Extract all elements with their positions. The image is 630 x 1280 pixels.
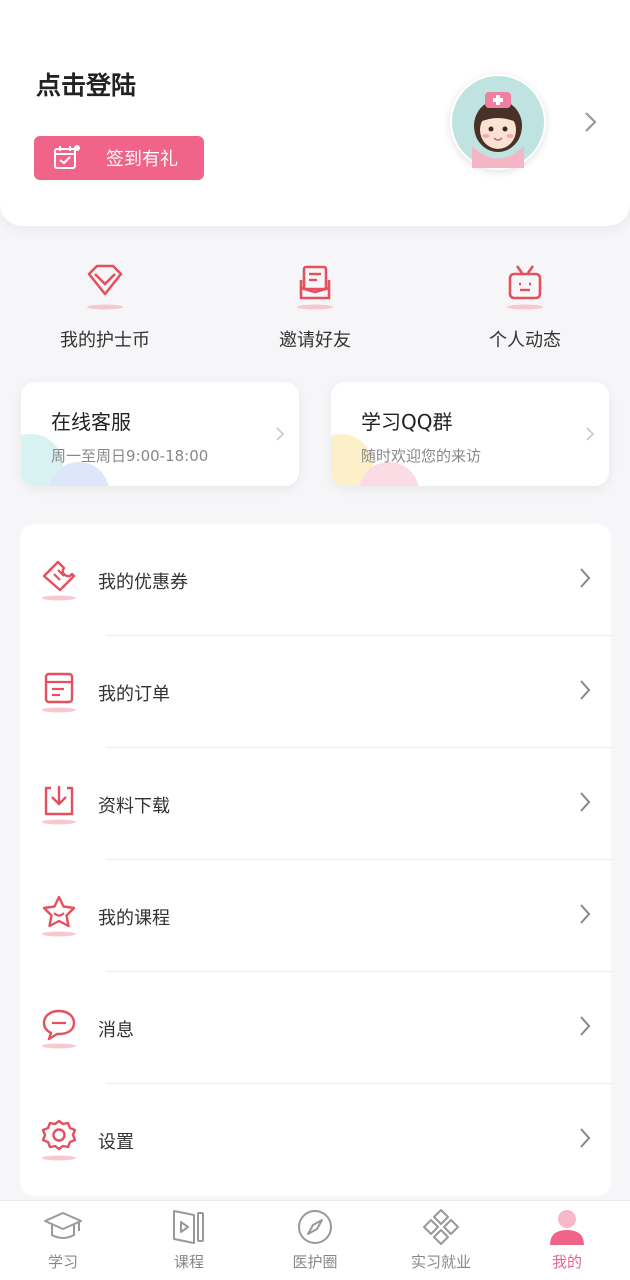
compass-icon — [298, 1210, 332, 1244]
menu-label: 资料下载 — [98, 796, 170, 817]
menu-label: 消息 — [98, 1020, 134, 1041]
tab-internship[interactable]: 实习就业 — [378, 1207, 504, 1272]
tab-label: 我的 — [551, 1253, 582, 1271]
menu-label: 设置 — [98, 1132, 134, 1153]
video-book-icon — [173, 1210, 204, 1244]
chevron-right-icon — [580, 568, 591, 588]
tab-medical-circle[interactable]: 医护圈 — [252, 1207, 378, 1272]
chevron-right-icon — [580, 1016, 591, 1036]
menu-item-courses[interactable]: 我的课程 — [20, 860, 611, 972]
chevron-right-icon — [586, 427, 595, 441]
avatar[interactable] — [450, 74, 546, 170]
tab-label: 学习 — [47, 1253, 78, 1271]
qq-group-card[interactable]: 学习QQ群 随时欢迎您的来访 — [331, 382, 609, 486]
online-service-card[interactable]: 在线客服 周一至周日9:00-18:00 — [21, 382, 299, 486]
tab-label: 医护圈 — [292, 1253, 338, 1271]
quick-action-invite[interactable]: 邀请好友 — [235, 262, 395, 352]
quick-action-label: 邀请好友 — [279, 330, 351, 351]
chevron-right-icon — [580, 1128, 591, 1148]
message-icon — [42, 1009, 76, 1049]
login-link[interactable]: 点击登陆 — [36, 66, 136, 102]
service-subtitle: 随时欢迎您的来访 — [361, 447, 482, 465]
tab-courses[interactable]: 课程 — [126, 1207, 252, 1272]
nurse-avatar-icon — [452, 76, 544, 168]
tv-icon — [507, 265, 543, 310]
envelope-icon — [297, 265, 333, 310]
gear-icon — [41, 1119, 77, 1161]
chevron-right-icon[interactable] — [580, 108, 600, 136]
service-subtitle: 周一至周日9:00-18:00 — [51, 447, 209, 465]
tab-me[interactable]: 我的 — [504, 1207, 630, 1272]
quick-actions: 我的护士币 邀请好友 个人动态 — [0, 262, 630, 354]
star-icon — [42, 895, 76, 937]
graduation-cap-icon — [44, 1212, 82, 1239]
menu-list: 我的优惠券 我的订单 资料下载 我的课程 消息 设置 — [20, 524, 611, 1196]
service-title: 在线客服 — [51, 410, 131, 434]
tab-study[interactable]: 学习 — [0, 1207, 126, 1272]
menu-label: 我的优惠券 — [98, 572, 188, 593]
menu-item-downloads[interactable]: 资料下载 — [20, 748, 611, 860]
menu-item-messages[interactable]: 消息 — [20, 972, 611, 1084]
coupon-icon — [42, 560, 76, 601]
chevron-right-icon — [580, 792, 591, 812]
checkin-label: 签到有礼 — [106, 149, 178, 170]
person-icon — [550, 1210, 584, 1245]
chevron-right-icon — [276, 427, 285, 441]
menu-item-orders[interactable]: 我的订单 — [20, 636, 611, 748]
menu-item-settings[interactable]: 设置 — [20, 1084, 611, 1196]
quick-action-activity[interactable]: 个人动态 — [445, 262, 605, 352]
menu-label: 我的订单 — [98, 684, 170, 705]
download-icon — [42, 786, 76, 825]
chevron-right-icon — [580, 904, 591, 924]
network-icon — [423, 1209, 459, 1245]
diamond-icon — [87, 264, 123, 310]
calendar-icon — [54, 145, 80, 169]
bottom-tab-bar: 学习 课程 医护圈 实习就业 我的 — [0, 1200, 630, 1280]
chevron-right-icon — [580, 680, 591, 700]
profile-header: 点击登陆 签到有礼 — [0, 0, 630, 226]
tab-label: 实习就业 — [410, 1253, 471, 1271]
service-title: 学习QQ群 — [361, 410, 453, 434]
menu-label: 我的课程 — [98, 908, 170, 929]
quick-action-label: 个人动态 — [489, 330, 561, 351]
quick-action-label: 我的护士币 — [60, 330, 150, 351]
quick-action-coins[interactable]: 我的护士币 — [25, 262, 185, 352]
menu-item-coupons[interactable]: 我的优惠券 — [20, 524, 611, 636]
order-icon — [42, 672, 76, 713]
tab-label: 课程 — [173, 1253, 204, 1271]
checkin-button[interactable]: 签到有礼 — [34, 136, 204, 180]
